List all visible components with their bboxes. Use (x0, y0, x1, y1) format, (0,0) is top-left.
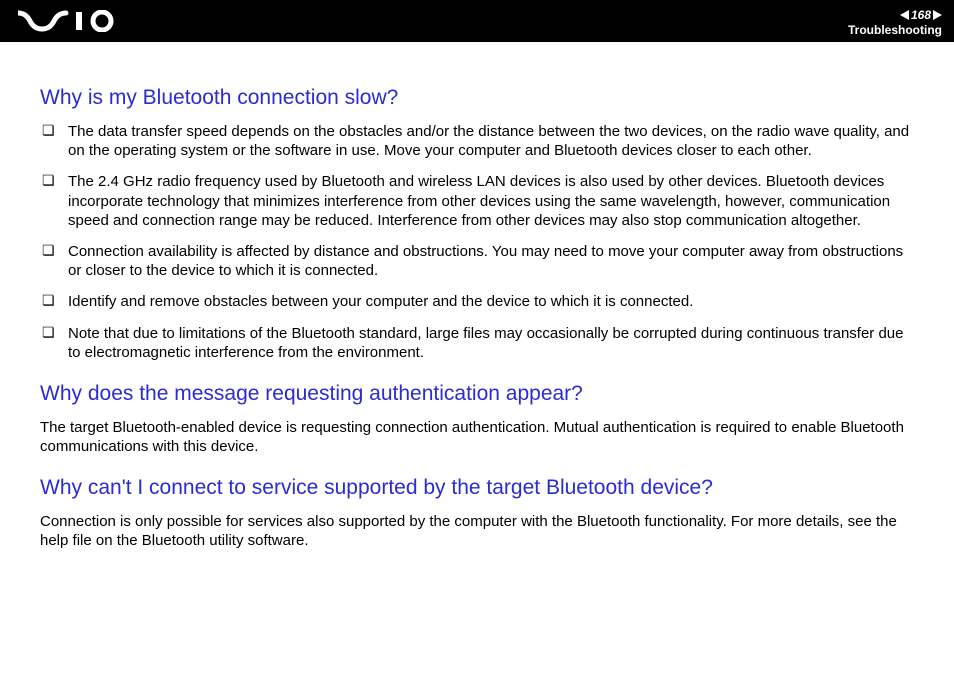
next-page-arrow-icon[interactable] (933, 10, 942, 20)
bullet-list-slow: The data transfer speed depends on the o… (40, 122, 920, 362)
list-item: Connection availability is affected by d… (40, 242, 920, 280)
prev-page-arrow-icon[interactable] (900, 10, 909, 20)
para-connect-service: Connection is only possible for services… (40, 512, 920, 550)
header-bar: 168 Troubleshooting (0, 0, 954, 42)
heading-slow-connection: Why is my Bluetooth connection slow? (40, 86, 920, 110)
page-number: 168 (911, 8, 931, 22)
para-authentication: The target Bluetooth-enabled device is r… (40, 418, 920, 456)
list-item: The 2.4 GHz radio frequency used by Blue… (40, 172, 920, 230)
page-nav: 168 (900, 8, 942, 22)
page-content: Why is my Bluetooth connection slow? The… (0, 42, 954, 581)
header-right: 168 Troubleshooting (848, 6, 942, 37)
vaio-logo-svg (18, 10, 128, 32)
section-label: Troubleshooting (848, 23, 942, 37)
list-item: Identify and remove obstacles between yo… (40, 292, 920, 311)
heading-authentication: Why does the message requesting authenti… (40, 382, 920, 406)
list-item: The data transfer speed depends on the o… (40, 122, 920, 160)
vaio-logo (18, 10, 128, 32)
heading-connect-service: Why can't I connect to service supported… (40, 476, 920, 500)
list-item: Note that due to limitations of the Blue… (40, 324, 920, 362)
